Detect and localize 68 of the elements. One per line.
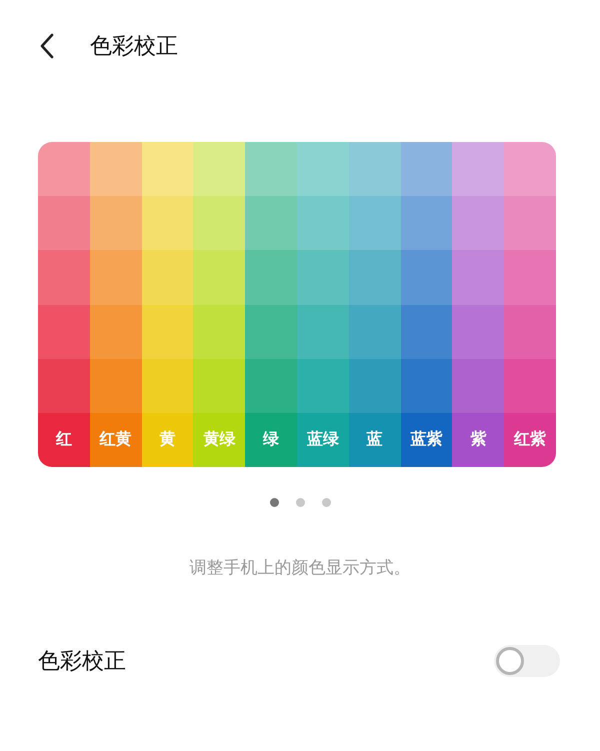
color-swatch — [90, 250, 142, 305]
color-swatch-label: 红紫 — [504, 412, 556, 467]
page-dot[interactable] — [322, 498, 330, 506]
color-swatch — [245, 142, 297, 196]
color-swatch — [400, 250, 452, 305]
color-swatch — [348, 358, 401, 413]
color-swatch — [348, 250, 401, 305]
color-swatch — [452, 304, 504, 359]
color-swatch — [142, 196, 194, 250]
color-swatch — [504, 304, 556, 359]
color-swatch — [38, 250, 90, 305]
color-swatch-label: 黄 — [142, 412, 194, 467]
color-swatch — [90, 358, 142, 413]
color-swatch — [504, 358, 556, 413]
color-swatch-label: 红黄 — [90, 412, 142, 467]
color-swatch — [193, 142, 246, 196]
description-text: 调整手机上的颜色显示方式。 — [188, 557, 412, 579]
color-swatch — [348, 142, 401, 196]
color-swatch — [296, 250, 349, 305]
color-swatch — [348, 304, 401, 359]
color-swatch — [193, 358, 246, 413]
color-swatch — [142, 358, 194, 413]
color-swatch — [348, 196, 401, 250]
color-swatch-label: 黄绿 — [193, 412, 246, 467]
color-swatch — [38, 142, 90, 196]
page-title: 色彩校正 — [90, 33, 178, 61]
color-swatch — [90, 304, 142, 359]
color-swatch — [38, 196, 90, 250]
color-swatch — [142, 250, 194, 305]
color-swatch — [38, 304, 90, 359]
color-swatch — [245, 304, 297, 359]
color-swatch-label: 蓝绿 — [296, 412, 349, 467]
page-dot[interactable] — [270, 498, 278, 506]
color-swatch — [400, 196, 452, 250]
color-swatch — [504, 142, 556, 196]
toggle-switch[interactable] — [494, 645, 560, 677]
color-swatch — [452, 250, 504, 305]
color-swatch — [38, 358, 90, 413]
color-swatch-label: 蓝 — [348, 412, 401, 467]
color-swatch-label: 绿 — [245, 412, 297, 467]
color-swatch — [296, 196, 349, 250]
color-swatch — [452, 358, 504, 413]
color-swatch — [504, 196, 556, 250]
setting-label: 色彩校正 — [38, 648, 126, 676]
color-swatch — [452, 196, 504, 250]
color-swatch-label: 蓝紫 — [400, 412, 452, 467]
color-swatch — [452, 142, 504, 196]
color-swatch — [193, 250, 246, 305]
color-swatch — [90, 142, 142, 196]
color-swatch — [245, 358, 297, 413]
color-swatch — [245, 196, 297, 250]
color-swatch — [296, 358, 349, 413]
color-swatch — [142, 304, 194, 359]
color-swatch — [296, 142, 349, 196]
color-swatch-label: 紫 — [452, 412, 504, 467]
color-swatch-label: 红 — [38, 412, 90, 467]
color-swatch — [90, 196, 142, 250]
color-swatch — [245, 250, 297, 305]
color-swatch — [296, 304, 349, 359]
page-dot[interactable] — [296, 498, 304, 506]
color-swatch — [400, 142, 452, 196]
color-swatch — [193, 196, 246, 250]
back-icon[interactable] — [39, 33, 55, 59]
color-swatch — [193, 304, 246, 359]
color-swatch — [400, 358, 452, 413]
color-swatch — [142, 142, 194, 196]
color-swatch — [400, 304, 452, 359]
color-swatch — [504, 250, 556, 305]
